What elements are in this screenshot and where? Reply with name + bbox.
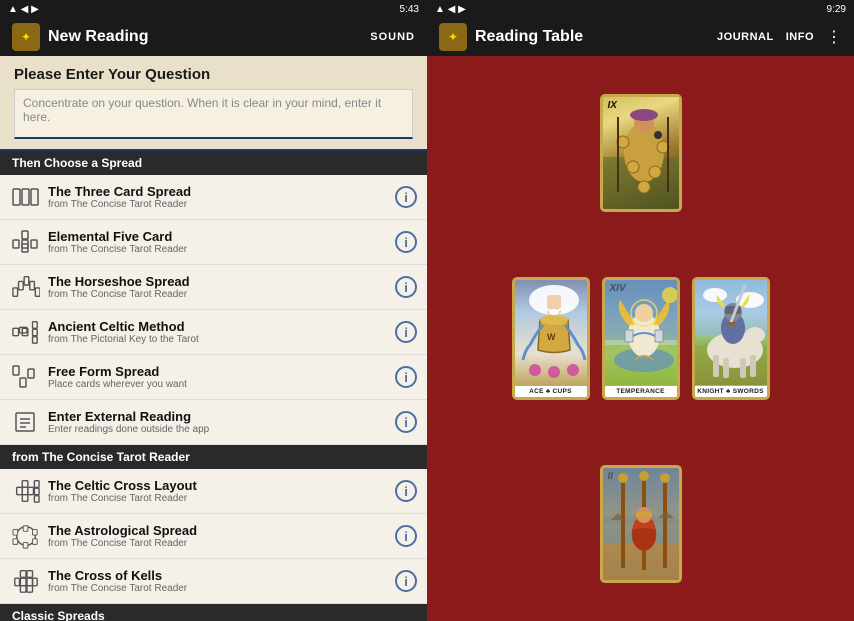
svg-text:W: W [547, 332, 556, 342]
time-left: 5:43 [400, 4, 419, 15]
signal-icon-left: ▲ ◀ ▶ [8, 4, 39, 15]
ancient-celtic-text: Ancient Celtic Method from The Pictorial… [48, 319, 395, 345]
spread-item-freeform[interactable]: Free Form Spread Place cards wherever yo… [0, 355, 427, 400]
journal-button[interactable]: JOURNAL [717, 31, 774, 43]
celtic-cross-text: The Celtic Cross Layout from The Concise… [48, 478, 395, 504]
celtic-icon [10, 316, 42, 348]
horseshoe-name: The Horseshoe Spread [48, 274, 395, 289]
status-bar-left: ▲ ◀ ▶ 5:43 [0, 0, 427, 18]
spread-item-external[interactable]: Enter External Reading Enter readings do… [0, 400, 427, 445]
astro-info[interactable]: i [395, 525, 417, 547]
astro-name: The Astrological Spread [48, 523, 395, 538]
kells-text: The Cross of Kells from The Concise Taro… [48, 568, 395, 594]
top-card-row: IX [600, 94, 682, 212]
freeform-sub: Place cards wherever you want [48, 379, 395, 390]
external-info[interactable]: i [395, 411, 417, 433]
horseshoe-sub: from The Concise Tarot Reader [48, 289, 395, 300]
elemental-sub: from The Concise Tarot Reader [48, 244, 395, 255]
card-ace-cups[interactable]: W ACE ♣ CUPS [512, 277, 590, 400]
horseshoe-info[interactable]: i [395, 276, 417, 298]
three-card-info[interactable]: i [395, 186, 417, 208]
spreads-section-header: Then Choose a Spread [0, 151, 427, 175]
external-name: Enter External Reading [48, 409, 395, 424]
reading-table: IX [427, 56, 854, 621]
card-temperance[interactable]: XIV [602, 277, 680, 400]
svg-text:✦: ✦ [21, 30, 31, 44]
ancient-celtic-sub: from The Pictorial Key to the Tarot [48, 334, 395, 345]
kells-sub: from The Concise Tarot Reader [48, 583, 395, 594]
elemental-name: Elemental Five Card [48, 229, 395, 244]
three-card-text: The Three Card Spread from The Concise T… [48, 184, 395, 210]
celtic-cross-info[interactable]: i [395, 480, 417, 502]
question-placeholder: Concentrate on your question. When it is… [23, 96, 381, 124]
celtic-cross-name: The Celtic Cross Layout [48, 478, 395, 493]
external-icon [10, 406, 42, 438]
ancient-celtic-info[interactable]: i [395, 321, 417, 343]
freeform-name: Free Form Spread [48, 364, 395, 379]
signal-icon-right: ▲ ◀ ▶ [435, 4, 466, 15]
ancient-celtic-name: Ancient Celtic Method [48, 319, 395, 334]
spread-item-celtic[interactable]: Ancient Celtic Method from The Pictorial… [0, 310, 427, 355]
ace-cups-label: ACE ♣ CUPS [515, 385, 587, 397]
card-knight-swords[interactable]: KNIGHT ♣ SWORDS [692, 277, 770, 400]
celtic-cross-sub: from The Concise Tarot Reader [48, 493, 395, 504]
knight-swords-label: KNIGHT ♣ SWORDS [695, 385, 767, 397]
app-icon-left: ✦ [12, 23, 40, 51]
section3-header: Classic Spreads [0, 604, 427, 621]
freeform-info[interactable]: i [395, 366, 417, 388]
elemental-info[interactable]: i [395, 231, 417, 253]
info-button[interactable]: INFO [786, 31, 814, 43]
spread-item-celtic-cross[interactable]: The Celtic Cross Layout from The Concise… [0, 469, 427, 514]
spread-item-elemental[interactable]: Elemental Five Card from The Concise Tar… [0, 220, 427, 265]
astro-text: The Astrological Spread from The Concise… [48, 523, 395, 549]
external-sub: Enter readings done outside the app [48, 424, 395, 435]
spread-item-astro[interactable]: The Astrological Spread from The Concise… [0, 514, 427, 559]
astro-sub: from The Concise Tarot Reader [48, 538, 395, 549]
kells-icon [10, 565, 42, 597]
freeform-icon [10, 361, 42, 393]
horseshoe-icon [10, 271, 42, 303]
header-title-right: Reading Table [475, 28, 583, 46]
card-three-wands[interactable]: II [600, 465, 682, 583]
header-right: ✦ Reading Table JOURNAL INFO ⋮ [427, 18, 854, 56]
spread-item-kells[interactable]: The Cross of Kells from The Concise Taro… [0, 559, 427, 604]
three-card-name: The Three Card Spread [48, 184, 395, 199]
spreads-list: Then Choose a Spread The Three Card Spre… [0, 151, 427, 621]
spread-item-three-card[interactable]: The Three Card Spread from The Concise T… [0, 175, 427, 220]
header-left: ✦ New Reading SOUND [0, 18, 427, 56]
middle-card-row: W ACE ♣ CUPS XIV [512, 277, 770, 400]
question-section: Please Enter Your Question Concentrate o… [0, 56, 427, 151]
freeform-text: Free Form Spread Place cards wherever yo… [48, 364, 395, 390]
sound-button[interactable]: SOUND [370, 31, 415, 43]
celtic-cross-icon [10, 475, 42, 507]
question-title: Please Enter Your Question [14, 66, 413, 83]
elemental-icon [10, 226, 42, 258]
external-text: Enter External Reading Enter readings do… [48, 409, 395, 435]
question-input[interactable]: Concentrate on your question. When it is… [14, 89, 413, 139]
svg-text:✦: ✦ [448, 30, 458, 44]
time-right: 9:29 [827, 4, 846, 15]
temperance-label: TEMPERANCE [605, 385, 677, 397]
app-icon-right: ✦ [439, 23, 467, 51]
left-panel: ▲ ◀ ▶ 5:43 ✦ New Reading SOUND Please En… [0, 0, 427, 621]
kells-info[interactable]: i [395, 570, 417, 592]
right-panel: ▲ ◀ ▶ 9:29 ✦ Reading Table JOURNAL INFO … [427, 0, 854, 621]
header-nav: JOURNAL INFO ⋮ [717, 27, 842, 47]
more-options-button[interactable]: ⋮ [826, 27, 842, 47]
header-left-title-group: ✦ New Reading [12, 23, 148, 51]
elemental-text: Elemental Five Card from The Concise Tar… [48, 229, 395, 255]
bottom-card-row: II [600, 465, 682, 583]
spread-item-horseshoe[interactable]: The Horseshoe Spread from The Concise Ta… [0, 265, 427, 310]
section2-header: from The Concise Tarot Reader [0, 445, 427, 469]
three-card-icon [10, 181, 42, 213]
three-card-sub: from The Concise Tarot Reader [48, 199, 395, 210]
card-nine-pentacles[interactable]: IX [600, 94, 682, 212]
astro-icon [10, 520, 42, 552]
status-bar-right: ▲ ◀ ▶ 9:29 [427, 0, 854, 18]
header-right-title-group: ✦ Reading Table [439, 23, 583, 51]
horseshoe-text: The Horseshoe Spread from The Concise Ta… [48, 274, 395, 300]
kells-name: The Cross of Kells [48, 568, 395, 583]
header-title-left: New Reading [48, 28, 148, 46]
